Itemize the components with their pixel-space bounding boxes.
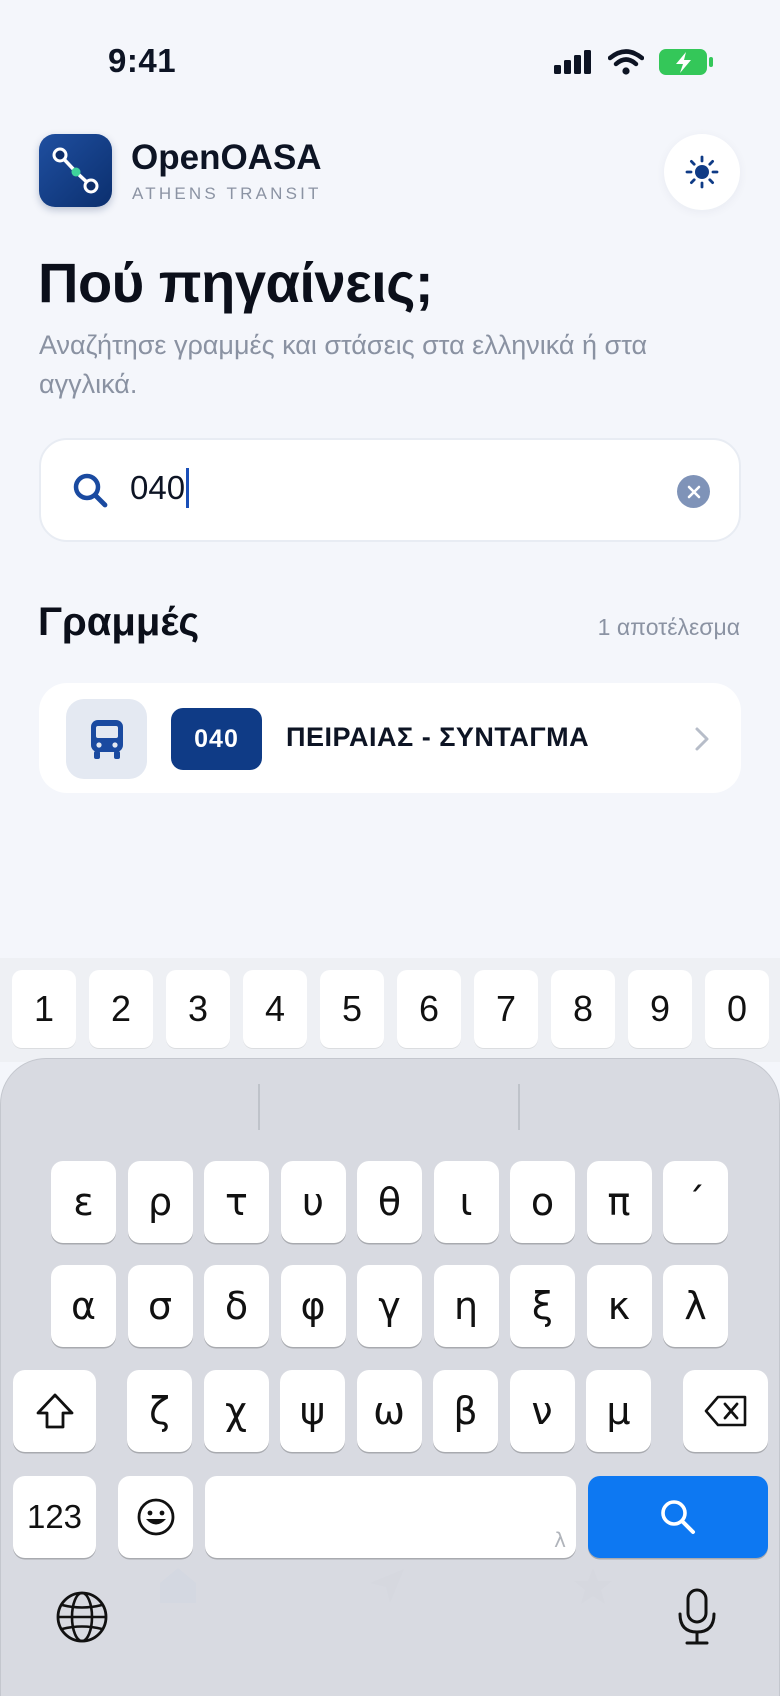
- globe-icon[interactable]: [55, 1590, 109, 1644]
- letter-key[interactable]: ξ: [510, 1265, 575, 1347]
- letter-key[interactable]: ´: [663, 1161, 728, 1243]
- emoji-icon: [137, 1498, 174, 1536]
- letter-key[interactable]: φ: [280, 1265, 346, 1347]
- letter-key[interactable]: ι: [433, 1161, 499, 1243]
- number-key[interactable]: 7: [474, 970, 538, 1048]
- space-language-hint: λ: [554, 1528, 566, 1552]
- app-subtitle: ATHENS TRANSIT: [132, 184, 322, 203]
- letter-key[interactable]: λ: [663, 1265, 728, 1347]
- number-key[interactable]: 3: [166, 970, 230, 1048]
- page-subtitle: Αναζήτησε γραμμές και στάσεις στα ελληνι…: [39, 330, 648, 399]
- backspace-icon: [704, 1395, 746, 1427]
- delete-key[interactable]: [683, 1370, 768, 1452]
- letter-key[interactable]: υ: [280, 1161, 346, 1243]
- letter-key[interactable]: ψ: [280, 1370, 345, 1452]
- lines-section-title: Γραμμές: [38, 600, 200, 644]
- app-name: OpenOASA: [131, 138, 322, 177]
- search-input[interactable]: 040: [130, 468, 190, 508]
- search-icon: [661, 1500, 695, 1534]
- letter-key[interactable]: σ: [127, 1265, 193, 1347]
- shift-icon: [36, 1393, 73, 1429]
- search-icon: [73, 473, 108, 508]
- letter-key[interactable]: τ: [204, 1161, 269, 1243]
- search-input-value: 040: [130, 469, 186, 506]
- route-icon: [52, 147, 99, 194]
- number-key[interactable]: 1: [12, 970, 76, 1048]
- space-key[interactable]: λ: [205, 1476, 576, 1558]
- shift-key[interactable]: [13, 1370, 96, 1452]
- letter-key[interactable]: α: [51, 1265, 116, 1347]
- number-key[interactable]: 9: [628, 970, 692, 1048]
- bus-tile: [66, 699, 147, 779]
- letter-key[interactable]: η: [433, 1265, 499, 1347]
- status-time: 9:41: [108, 42, 177, 79]
- number-key[interactable]: 4: [243, 970, 307, 1048]
- cellular-signal-icon: [554, 50, 591, 74]
- suggestion-divider: [258, 1084, 260, 1130]
- result-count: 1 αποτέλεσμα: [597, 614, 740, 640]
- sun-icon: [685, 155, 719, 189]
- line-name: ΠΕΙΡΑΙΑΣ - ΣΥΝΤΑΓΜΑ: [286, 722, 590, 752]
- suggestion-divider: [518, 1084, 520, 1130]
- letter-key[interactable]: ζ: [127, 1370, 192, 1452]
- number-key[interactable]: 2: [89, 970, 153, 1048]
- number-key[interactable]: 5: [320, 970, 384, 1048]
- letter-key[interactable]: ρ: [127, 1161, 193, 1243]
- text-caret: [186, 468, 190, 508]
- close-icon: [687, 485, 700, 498]
- numbers-key[interactable]: 123: [13, 1476, 96, 1558]
- letter-key[interactable]: ω: [356, 1370, 422, 1452]
- app-logo: [39, 134, 112, 207]
- page-title: Πού πηγαίνεις;: [38, 251, 434, 314]
- battery-charging-icon: [659, 49, 713, 75]
- letter-key[interactable]: ν: [509, 1370, 575, 1452]
- letter-key[interactable]: δ: [204, 1265, 269, 1347]
- line-number-badge: 040: [171, 708, 262, 770]
- microphone-icon[interactable]: [676, 1588, 718, 1646]
- chevron-right-icon: [695, 727, 709, 751]
- theme-toggle-button[interactable]: [664, 134, 740, 210]
- letter-key[interactable]: χ: [203, 1370, 269, 1452]
- status-icons: [554, 48, 714, 76]
- wifi-icon: [608, 49, 644, 75]
- letter-key[interactable]: κ: [586, 1265, 652, 1347]
- letter-key[interactable]: π: [586, 1161, 652, 1243]
- number-key[interactable]: 8: [551, 970, 615, 1048]
- letter-key[interactable]: θ: [357, 1161, 422, 1243]
- letter-key[interactable]: γ: [357, 1265, 422, 1347]
- letter-key[interactable]: μ: [586, 1370, 651, 1452]
- search-key[interactable]: [588, 1476, 768, 1558]
- letter-key[interactable]: ε: [51, 1161, 116, 1243]
- letter-key[interactable]: β: [433, 1370, 498, 1452]
- letter-key[interactable]: ο: [510, 1161, 575, 1243]
- number-key[interactable]: 6: [397, 970, 461, 1048]
- bus-icon: [90, 720, 123, 759]
- emoji-key[interactable]: [118, 1476, 193, 1558]
- number-key[interactable]: 0: [705, 970, 769, 1048]
- clear-search-button[interactable]: [677, 475, 710, 508]
